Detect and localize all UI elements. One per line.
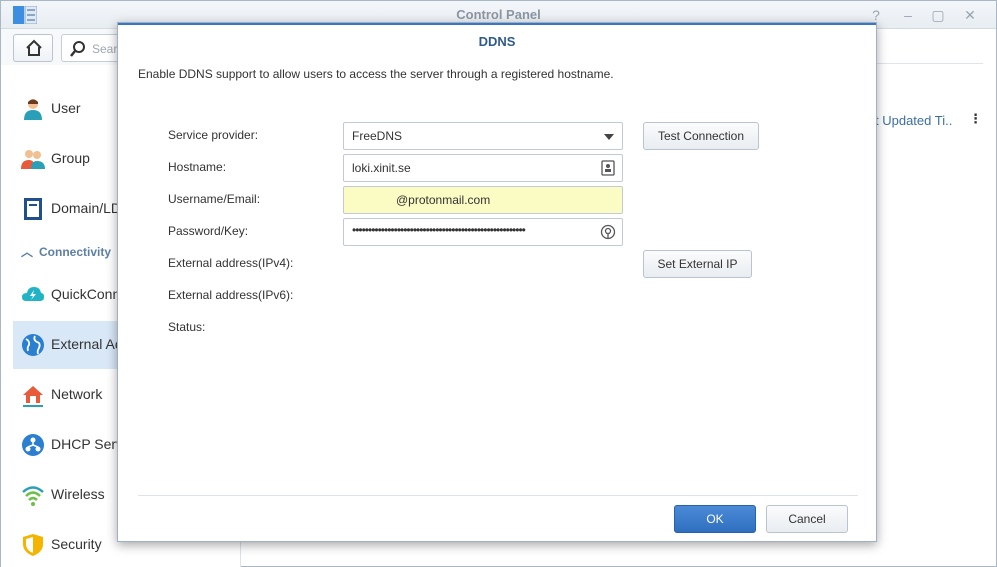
user-icon	[24, 99, 42, 120]
chevron-up-icon: ︿	[21, 245, 34, 259]
minimize-icon[interactable]: –	[899, 6, 917, 24]
sidebar-item-label: DHCP Serv	[51, 436, 124, 452]
ddns-dialog: DDNS Enable DDNS support to allow users …	[117, 22, 877, 542]
column-menu-icon[interactable]: ⋮	[969, 111, 982, 127]
home-button[interactable]	[13, 34, 53, 62]
password-value: ••••••••••••••••••••••••••••••••••••••••…	[352, 223, 526, 237]
domain-icon	[24, 198, 42, 220]
chevron-down-icon	[604, 134, 614, 140]
hostname-value: loki.xinit.se	[352, 161, 411, 175]
test-connection-button[interactable]: Test Connection	[643, 122, 759, 150]
contact-card-icon[interactable]	[600, 160, 616, 176]
search-icon	[70, 41, 85, 57]
sidebar-item-label: User	[51, 100, 81, 116]
set-external-ip-button[interactable]: Set External IP	[643, 250, 752, 278]
section-label: Connectivity	[39, 245, 112, 259]
globe-icon	[22, 334, 44, 356]
password-label: Password/Key:	[168, 224, 249, 238]
ipv4-label: External address(IPv4):	[168, 256, 294, 270]
username-label: Username/Email:	[168, 192, 261, 206]
show-password-icon[interactable]	[600, 224, 616, 240]
status-label: Status:	[168, 320, 206, 334]
sidebar-item-label: QuickConn	[51, 286, 121, 302]
ok-button[interactable]: OK	[674, 505, 756, 533]
service-provider-label: Service provider:	[168, 128, 259, 142]
network-icon	[23, 386, 43, 407]
wireless-icon	[22, 486, 44, 506]
service-provider-value: FreeDNS	[352, 129, 403, 143]
section-header-connectivity[interactable]: ︿ Connectivity	[21, 243, 111, 260]
ipv6-label: External address(IPv6):	[168, 288, 294, 302]
sidebar-item-label: Wireless	[51, 486, 105, 502]
group-icon	[21, 150, 45, 169]
search-placeholder: Sear	[92, 42, 118, 56]
shield-icon	[23, 534, 43, 556]
column-header-label: t Updated Ti...	[875, 113, 953, 128]
home-icon	[26, 39, 42, 56]
cancel-button[interactable]: Cancel	[766, 505, 848, 533]
sidebar-item-label: Network	[51, 386, 103, 402]
dialog-footer-divider	[138, 495, 858, 496]
dialog-description: Enable DDNS support to allow users to ac…	[138, 67, 614, 81]
service-provider-select[interactable]: FreeDNS	[343, 122, 623, 150]
username-value: @protonmail.com	[396, 193, 491, 207]
quickconnect-icon	[22, 287, 44, 301]
hostname-field[interactable]: loki.xinit.se	[343, 154, 623, 182]
dhcp-icon	[22, 434, 44, 456]
sidebar-item-label: External Ac	[51, 336, 122, 352]
window-title: Control Panel	[456, 7, 541, 22]
dialog-title: DDNS	[118, 23, 876, 57]
sidebar-item-label: Group	[51, 150, 90, 166]
maximize-icon[interactable]: ▢	[929, 6, 947, 24]
hostname-label: Hostname:	[168, 160, 227, 174]
username-field[interactable]: @protonmail.com	[343, 186, 623, 214]
password-field[interactable]: ••••••••••••••••••••••••••••••••••••••••…	[343, 218, 623, 246]
close-icon[interactable]: ✕	[961, 6, 979, 24]
sidebar-item-label: Security	[51, 536, 102, 552]
sidebar-item-label: Domain/LD	[51, 200, 122, 216]
